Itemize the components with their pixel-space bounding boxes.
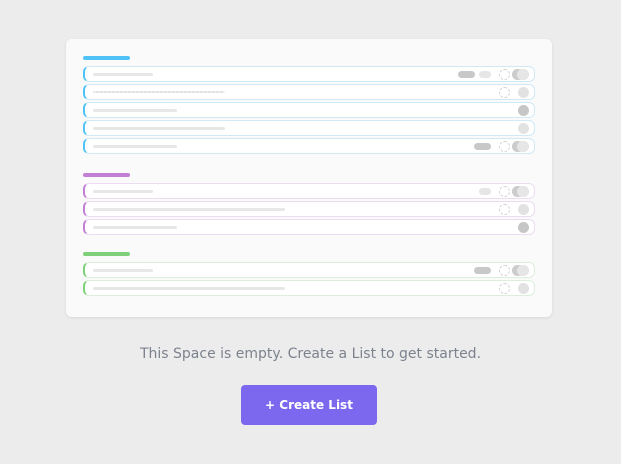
placeholder-text (93, 287, 285, 290)
empty-space-message: This Space is empty. Create a List to ge… (139, 346, 482, 362)
placeholder-text (93, 269, 153, 272)
placeholder-row (83, 84, 535, 100)
placeholder-row (83, 219, 535, 235)
placeholder-text (93, 127, 225, 130)
group-color-bar-green (83, 252, 130, 256)
placeholder-row (83, 201, 535, 217)
toggle-icon (512, 186, 529, 197)
status-dot-icon (518, 105, 529, 116)
placeholder-tag (474, 267, 491, 274)
placeholder-row (83, 183, 535, 199)
assignee-placeholder-icon (499, 265, 510, 276)
placeholder-row (83, 120, 535, 136)
placeholder-text (93, 208, 285, 211)
toggle-icon (512, 265, 529, 276)
placeholder-text (93, 190, 153, 193)
status-dot-icon (518, 87, 529, 98)
placeholder-row (83, 102, 535, 118)
placeholder-tag (474, 143, 491, 150)
assignee-placeholder-icon (499, 186, 510, 197)
assignee-placeholder-icon (499, 283, 510, 294)
toggle-icon (512, 69, 529, 80)
placeholder-text (93, 91, 225, 93)
assignee-placeholder-icon (499, 204, 510, 215)
toggle-icon (512, 141, 529, 152)
placeholder-tag (479, 71, 491, 78)
placeholder-row (83, 280, 535, 296)
assignee-placeholder-icon (499, 69, 510, 80)
status-dot-icon (518, 123, 529, 134)
status-dot-icon (518, 283, 529, 294)
assignee-placeholder-icon (499, 87, 510, 98)
placeholder-row (83, 66, 535, 82)
placeholder-text (93, 145, 177, 148)
placeholder-row (83, 262, 535, 278)
create-list-button[interactable]: + Create List (241, 385, 377, 425)
placeholder-text (93, 73, 153, 76)
placeholder-text (93, 109, 177, 112)
placeholder-tag (458, 71, 475, 78)
status-dot-icon (518, 222, 529, 233)
placeholder-tag (479, 188, 491, 195)
placeholder-text (93, 226, 177, 229)
group-color-bar-purple (83, 173, 130, 177)
assignee-placeholder-icon (499, 141, 510, 152)
group-color-bar-blue (83, 56, 130, 60)
status-dot-icon (518, 204, 529, 215)
placeholder-row (83, 138, 535, 154)
empty-space-illustration (66, 39, 552, 317)
